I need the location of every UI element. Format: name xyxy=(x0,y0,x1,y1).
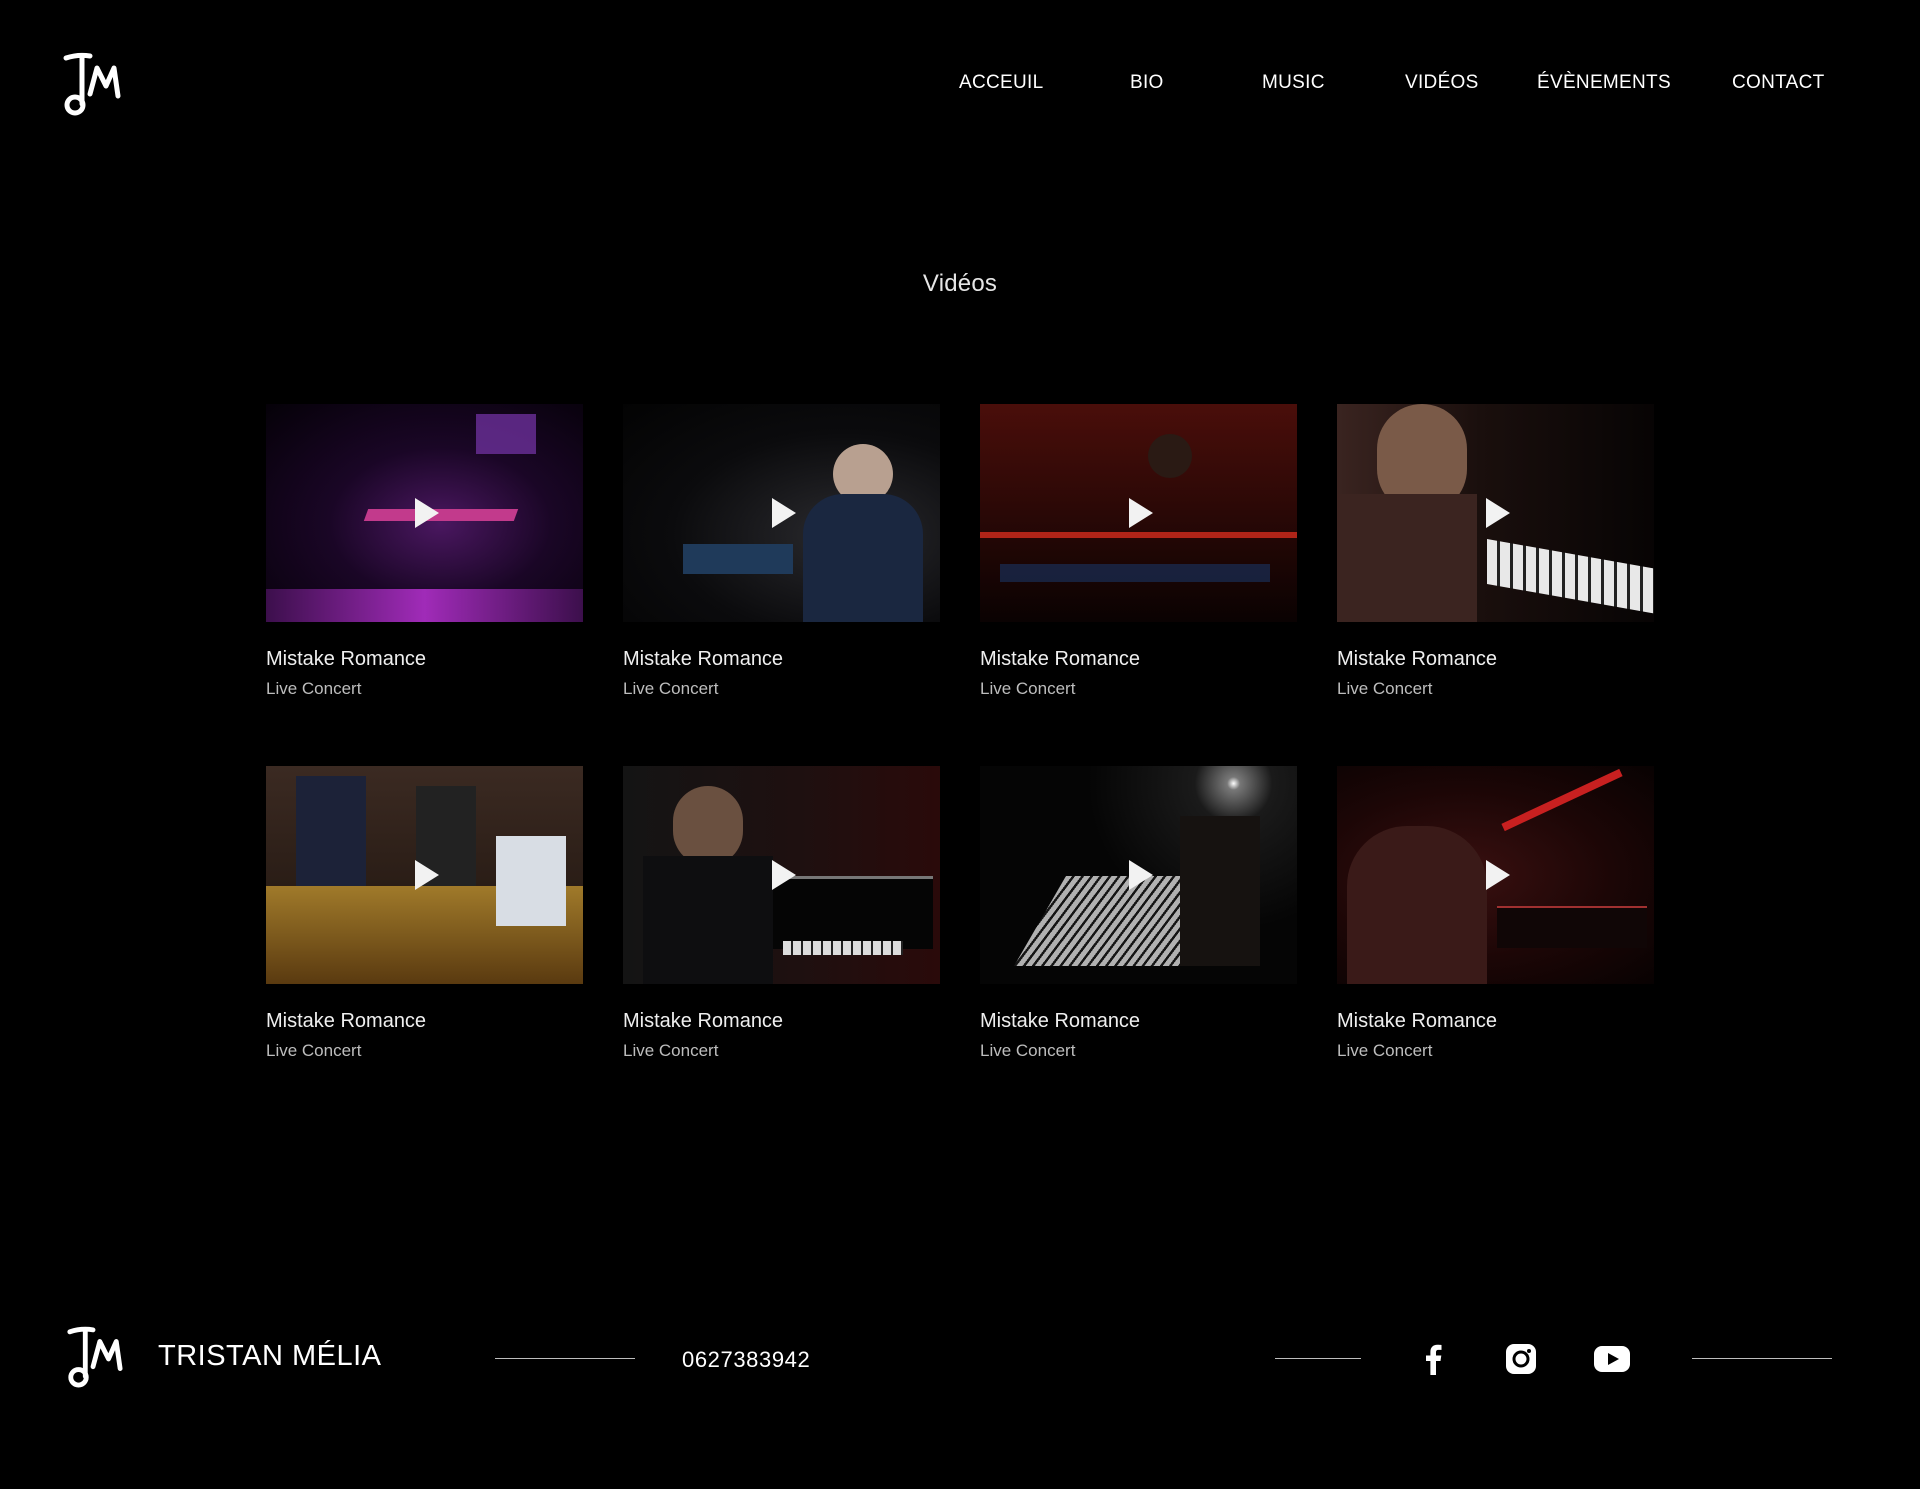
play-icon[interactable] xyxy=(771,860,796,890)
video-title: Mistake Romance xyxy=(1337,648,1498,670)
video-card[interactable]: Mistake Romance Live Concert xyxy=(980,404,1297,699)
footer-logo[interactable] xyxy=(64,1320,124,1392)
play-icon[interactable] xyxy=(1485,498,1510,528)
footer-divider xyxy=(1275,1358,1361,1359)
video-card[interactable]: Mistake Romance Live Concert xyxy=(266,404,583,699)
video-card[interactable]: Mistake Romance Live Concert xyxy=(980,766,1297,1061)
youtube-icon xyxy=(1594,1346,1630,1372)
nav-item-contact[interactable]: CONTACT xyxy=(1732,72,1825,94)
play-icon[interactable] xyxy=(1128,498,1153,528)
youtube-link[interactable] xyxy=(1593,1343,1631,1375)
play-icon[interactable] xyxy=(414,860,439,890)
video-thumbnail[interactable] xyxy=(266,404,583,622)
tm-monogram-logo-icon xyxy=(67,1326,123,1388)
video-subtitle: Live Concert xyxy=(266,679,362,698)
video-thumbnail[interactable] xyxy=(980,766,1297,984)
footer-divider xyxy=(495,1358,635,1359)
facebook-link[interactable] xyxy=(1422,1343,1444,1375)
nav-item-videos[interactable]: VIDÉOS xyxy=(1405,72,1479,94)
footer-phone[interactable]: 0627383942 xyxy=(682,1347,810,1373)
video-thumbnail[interactable] xyxy=(1337,766,1654,984)
header-logo[interactable] xyxy=(60,48,122,118)
video-thumbnail[interactable] xyxy=(623,766,940,984)
play-icon[interactable] xyxy=(771,498,796,528)
video-thumbnail[interactable] xyxy=(623,404,940,622)
play-icon[interactable] xyxy=(1128,860,1153,890)
nav-item-evenements[interactable]: ÉVÈNEMENTS xyxy=(1537,72,1671,94)
instagram-icon xyxy=(1506,1344,1536,1374)
video-subtitle: Live Concert xyxy=(623,679,719,698)
video-title: Mistake Romance xyxy=(266,1010,427,1032)
video-subtitle: Live Concert xyxy=(980,1041,1076,1060)
play-icon[interactable] xyxy=(1485,860,1510,890)
nav-item-acceuil[interactable]: ACCEUIL xyxy=(959,72,1043,94)
page-title: Vidéos xyxy=(922,270,998,297)
video-title: Mistake Romance xyxy=(980,1010,1141,1032)
video-card[interactable]: Mistake Romance Live Concert xyxy=(266,766,583,1061)
footer-divider xyxy=(1692,1358,1832,1359)
video-subtitle: Live Concert xyxy=(623,1041,719,1060)
tm-monogram-logo-icon xyxy=(63,52,121,116)
facebook-icon xyxy=(1426,1344,1442,1375)
nav-item-music[interactable]: MUSIC xyxy=(1262,72,1325,94)
main-nav: ACCEUIL BIO MUSIC VIDÉOS ÉVÈNEMENTS CONT… xyxy=(940,72,1920,96)
footer-brand-name: TRISTAN MÉLIA xyxy=(158,1340,382,1372)
video-thumbnail[interactable] xyxy=(980,404,1297,622)
video-title: Mistake Romance xyxy=(623,648,784,670)
video-subtitle: Live Concert xyxy=(1337,679,1433,698)
video-thumbnail[interactable] xyxy=(266,766,583,984)
video-title: Mistake Romance xyxy=(623,1010,784,1032)
video-card[interactable]: Mistake Romance Live Concert xyxy=(1337,766,1654,1061)
video-card[interactable]: Mistake Romance Live Concert xyxy=(623,404,940,699)
video-card[interactable]: Mistake Romance Live Concert xyxy=(623,766,940,1061)
video-card[interactable]: Mistake Romance Live Concert xyxy=(1337,404,1654,699)
video-title: Mistake Romance xyxy=(1337,1010,1498,1032)
video-title: Mistake Romance xyxy=(266,648,427,670)
video-subtitle: Live Concert xyxy=(1337,1041,1433,1060)
video-thumbnail[interactable] xyxy=(1337,404,1654,622)
play-icon[interactable] xyxy=(414,498,439,528)
video-title: Mistake Romance xyxy=(980,648,1141,670)
nav-item-bio[interactable]: BIO xyxy=(1130,72,1164,94)
video-subtitle: Live Concert xyxy=(980,679,1076,698)
video-subtitle: Live Concert xyxy=(266,1041,362,1060)
instagram-link[interactable] xyxy=(1505,1343,1537,1375)
